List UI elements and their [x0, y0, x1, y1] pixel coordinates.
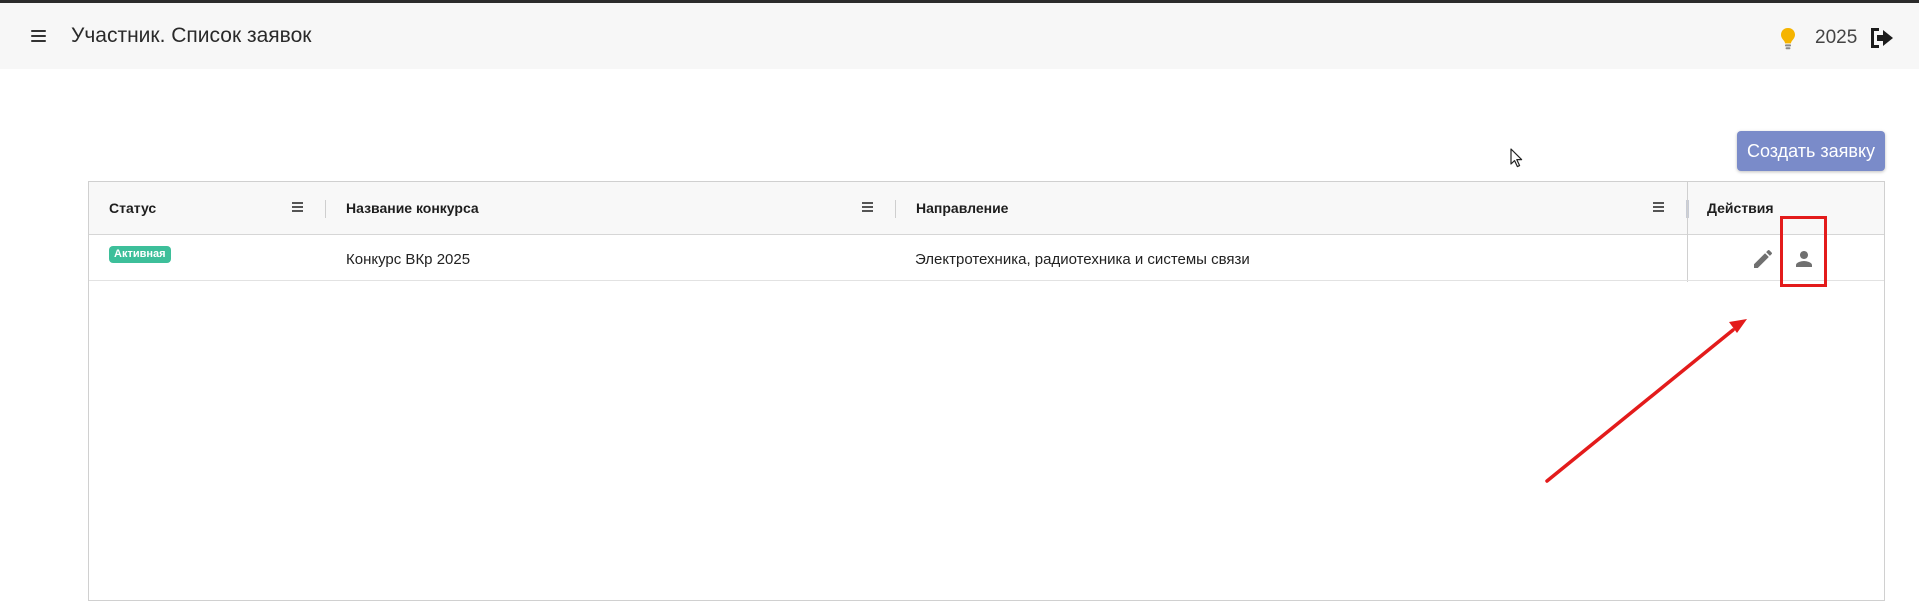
column-header-direction[interactable]: Направление	[916, 200, 1008, 216]
pencil-icon[interactable]	[1751, 247, 1775, 271]
grid-header: Статус Название конкурса Направление Дей…	[89, 182, 1884, 235]
column-menu-icon[interactable]	[291, 202, 305, 213]
column-menu-icon[interactable]	[1652, 202, 1666, 213]
column-header-actions: Действия	[1707, 200, 1774, 216]
column-separator[interactable]	[325, 200, 326, 218]
year-label: 2025	[1815, 27, 1858, 48]
applications-grid: Статус Название конкурса Направление Дей…	[88, 181, 1885, 601]
page-title: Участник. Список заявок	[71, 24, 312, 47]
contest-name-cell: Конкурс ВКр 2025	[346, 251, 471, 268]
app-bar: Участник. Список заявок 2025	[0, 3, 1919, 69]
mouse-cursor-icon	[1510, 148, 1523, 168]
lightbulb-icon[interactable]	[1779, 27, 1797, 51]
hamburger-menu-icon[interactable]	[28, 27, 50, 45]
status-badge: Активная	[109, 246, 171, 263]
logout-icon[interactable]	[1868, 27, 1894, 49]
create-application-button[interactable]: Создать заявку	[1737, 131, 1885, 171]
direction-cell: Электротехника, радиотехника и системы с…	[915, 251, 1250, 268]
column-menu-icon[interactable]	[861, 202, 875, 213]
column-header-status[interactable]: Статус	[109, 200, 156, 216]
annotation-highlight-box	[1780, 216, 1827, 287]
column-separator[interactable]	[895, 200, 896, 218]
table-row[interactable]: Активная Конкурс ВКр 2025 Электротехника…	[89, 235, 1884, 281]
column-header-contest[interactable]: Название конкурса	[346, 200, 479, 216]
